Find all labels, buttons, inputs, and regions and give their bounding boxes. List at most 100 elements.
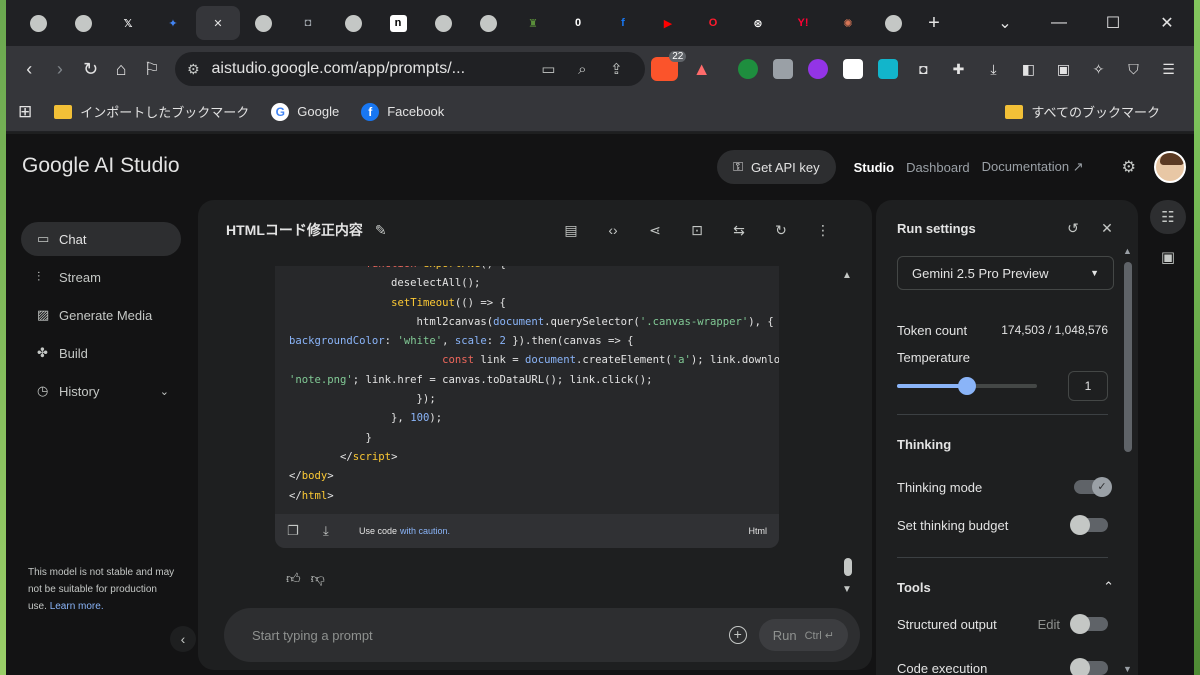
sidebar-item-stream[interactable]: ⫶ Stream — [21, 260, 181, 294]
minimize-button[interactable]: — — [1032, 14, 1086, 32]
learn-more-link[interactable]: Learn more. — [50, 601, 104, 612]
share-icon[interactable]: ⋖ — [634, 222, 676, 239]
copy-icon[interactable]: ❐ — [287, 523, 323, 539]
home-icon[interactable]: ⌂ — [106, 59, 137, 80]
settings-scrollbar[interactable]: ▲ ▼ — [1123, 246, 1132, 674]
scroll-down-icon[interactable]: ▼ — [1123, 664, 1132, 674]
browser-tab[interactable]: O — [691, 6, 735, 40]
avatar[interactable] — [1154, 151, 1186, 183]
run-button[interactable]: Run Ctrl ↵ — [758, 619, 848, 651]
extensions-puzzle-icon[interactable]: ✚ — [941, 58, 976, 80]
chevron-up-icon[interactable]: ⌃ — [1103, 579, 1114, 595]
refresh-icon[interactable]: ↻ — [760, 222, 802, 239]
app-logo[interactable]: Google AI Studio — [22, 154, 180, 178]
close-icon[interactable]: ✕ — [1090, 220, 1124, 237]
sidebar-item-history[interactable]: ◷ History ⌄ — [21, 374, 181, 408]
notion-icon[interactable] — [836, 58, 871, 80]
code-content[interactable]: function exportPNG() { deselectAll(); se… — [275, 266, 779, 506]
vpn-shield-icon[interactable]: ⛉ — [1116, 58, 1151, 80]
address-bar[interactable]: ⚙ aistudio.google.com/app/prompts/... ▭ … — [174, 52, 646, 86]
wallet-icon[interactable]: ▣ — [1046, 58, 1081, 80]
tune-settings-icon[interactable]: ☷ — [1150, 200, 1186, 234]
menu-icon[interactable]: ☰ — [1151, 58, 1186, 80]
compare-icon[interactable]: ⇆ — [718, 222, 760, 239]
temperature-slider[interactable] — [897, 377, 1037, 395]
scroll-up-icon[interactable]: ▲ — [842, 270, 852, 281]
browser-tab[interactable] — [61, 6, 105, 40]
download-icon[interactable]: ⤓ — [976, 58, 1011, 80]
chat-scrollbar[interactable] — [844, 558, 852, 576]
code-execution-toggle[interactable] — [1070, 658, 1108, 675]
forward-icon[interactable]: › — [45, 59, 76, 80]
browser-tab[interactable]: ⊛ — [736, 6, 780, 40]
nav-studio[interactable]: Studio — [854, 160, 894, 175]
reload-icon[interactable]: ↻ — [75, 59, 106, 80]
browser-tab[interactable]: Y! — [781, 6, 825, 40]
browser-tab[interactable] — [16, 6, 60, 40]
scroll-down-icon[interactable]: ▼ — [842, 584, 852, 595]
slider-knob[interactable] — [958, 377, 976, 395]
side-panel-icon[interactable]: ◧ — [1011, 58, 1046, 80]
screenshot-icon[interactable]: ◘ — [906, 58, 941, 80]
nav-documentation[interactable]: Documentation ↗ — [982, 159, 1084, 175]
extension-green-icon[interactable] — [731, 58, 766, 80]
browser-tab[interactable]: n — [376, 6, 420, 40]
browser-tab[interactable] — [421, 6, 465, 40]
sidebar-item-build[interactable]: ✤ Build — [21, 336, 181, 370]
prompt-input[interactable] — [252, 627, 729, 643]
bookmark-facebook[interactable]: f Facebook — [361, 102, 444, 121]
thinking-mode-toggle[interactable]: ✓ — [1074, 477, 1112, 497]
bookmark-icon[interactable]: ⚐ — [136, 59, 167, 80]
pencil-icon[interactable]: ✎ — [375, 222, 387, 239]
extension-purple-icon[interactable] — [801, 58, 836, 80]
thumbs-up-icon[interactable]: 👍︎ — [286, 570, 301, 586]
browser-tab[interactable]: ◘ — [286, 6, 330, 40]
nav-dashboard[interactable]: Dashboard — [906, 160, 970, 175]
bookmark-google[interactable]: G Google — [271, 102, 339, 121]
share-icon[interactable]: ⇪ — [599, 60, 633, 78]
collapse-sidebar-button[interactable]: ‹ — [170, 626, 196, 652]
bookmark-all[interactable]: すべてのブックマーク — [1005, 102, 1160, 121]
clipboard-icon[interactable]: ▤ — [550, 222, 592, 239]
sidebar-item-chat[interactable]: ▭ Chat — [21, 222, 181, 256]
media-panel-icon[interactable]: ▣ — [1150, 240, 1186, 274]
new-tab-button[interactable]: + — [916, 12, 952, 35]
thinking-budget-toggle[interactable] — [1070, 515, 1108, 535]
structured-output-toggle[interactable] — [1070, 614, 1108, 634]
zoom-icon[interactable]: ⌕ — [565, 61, 599, 78]
extension-teal-icon[interactable] — [871, 58, 906, 80]
close-window-button[interactable]: ✕ — [1140, 13, 1194, 33]
browser-tab[interactable] — [466, 6, 510, 40]
more-options-icon[interactable]: ⋮ — [802, 222, 844, 239]
browser-tab[interactable]: f — [601, 6, 645, 40]
leo-ai-icon[interactable]: ✧ — [1081, 58, 1116, 80]
temperature-input[interactable]: 1 — [1068, 371, 1108, 401]
save-icon[interactable]: ⊡ — [676, 222, 718, 239]
browser-tab[interactable]: ✦ — [151, 6, 195, 40]
browser-tab[interactable]: ✺ — [826, 6, 870, 40]
download-icon[interactable]: ⤓ — [323, 523, 359, 539]
tab-search-icon[interactable]: ⌄ — [978, 13, 1032, 33]
reset-icon[interactable]: ↺ — [1056, 220, 1090, 237]
scroll-up-icon[interactable]: ▲ — [1123, 246, 1132, 256]
browser-tab[interactable] — [331, 6, 375, 40]
apps-grid-icon[interactable]: ⊞ — [18, 102, 32, 122]
bookmark-imported[interactable]: インポートしたブックマーク — [54, 102, 249, 121]
structured-output-edit[interactable]: Edit — [1038, 617, 1060, 632]
maximize-button[interactable]: ☐ — [1086, 13, 1140, 33]
thumbs-down-icon[interactable]: 👎︎ — [311, 570, 325, 586]
brave-shield-icon[interactable]: 22 — [651, 51, 687, 81]
caution-link[interactable]: with caution. — [400, 526, 450, 536]
browser-tab[interactable]: 𝕏 — [106, 6, 150, 40]
get-api-key-button[interactable]: ⚿ Get API key — [717, 150, 836, 184]
add-media-icon[interactable]: + — [728, 626, 747, 644]
site-settings-icon[interactable]: ⚙ — [187, 61, 200, 78]
code-icon[interactable]: ‹› — [592, 222, 634, 239]
browser-tab[interactable]: ▶ — [646, 6, 690, 40]
brave-rewards-icon[interactable]: ▲ — [686, 59, 717, 80]
browser-tab[interactable]: 0 — [556, 6, 600, 40]
model-select[interactable]: Gemini 2.5 Pro Preview ▼ — [897, 256, 1114, 290]
back-icon[interactable]: ‹ — [14, 59, 45, 80]
browser-tab[interactable]: ✕ — [196, 6, 240, 40]
browser-tab[interactable]: ♜ — [511, 6, 555, 40]
